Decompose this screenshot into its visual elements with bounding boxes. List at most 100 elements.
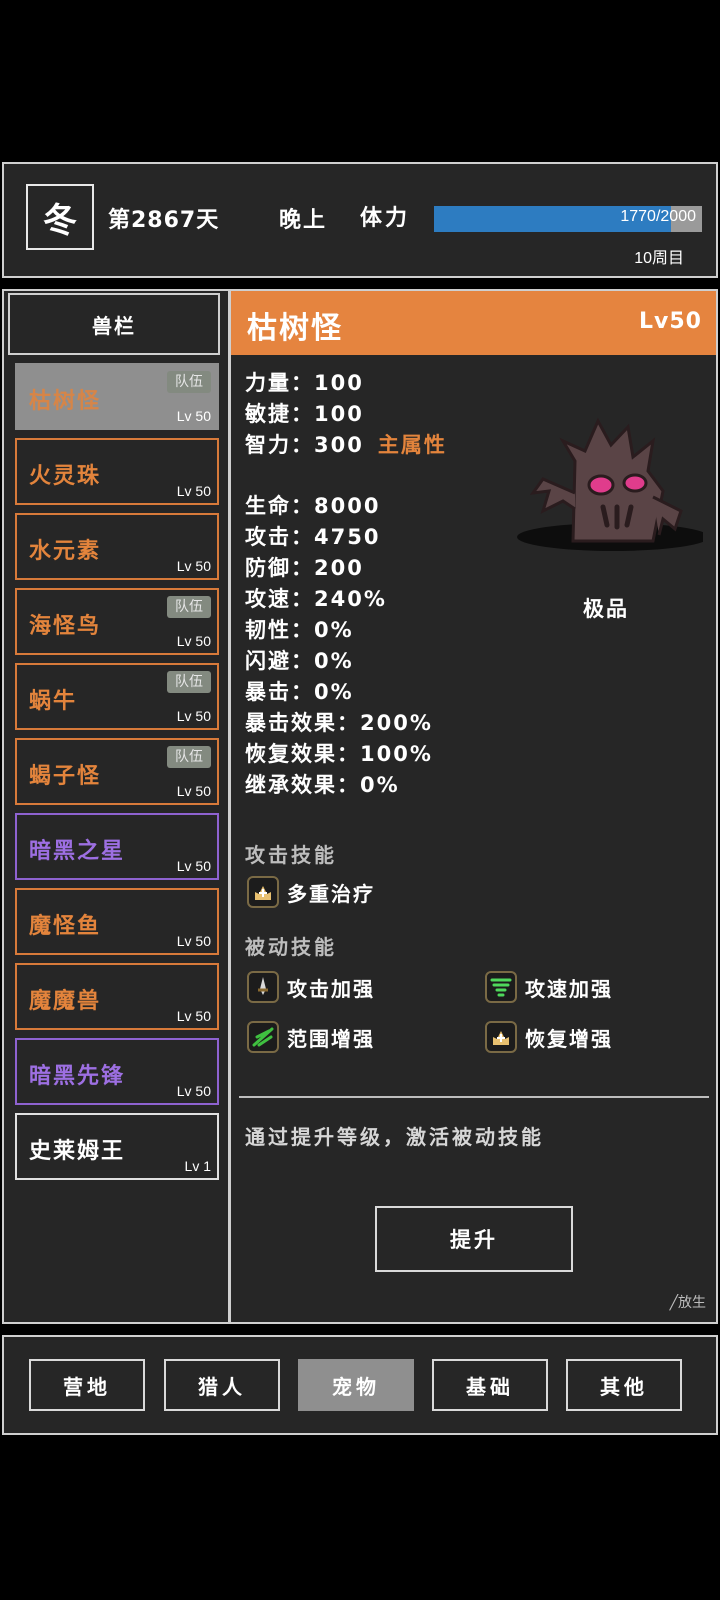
stat-text: 恢复效果：100%: [245, 742, 433, 766]
stat-row: 攻速：240%: [245, 583, 387, 613]
pet-list-item[interactable]: 魔怪鱼 Lv 50: [15, 888, 219, 955]
stat-text: 继承效果：0%: [245, 773, 400, 797]
pet-title: 枯树怪: [247, 311, 343, 346]
stat-text: 生命：8000: [245, 494, 381, 518]
pet-portrait: [517, 417, 703, 551]
pet-list-item-level: Lv 50: [176, 1083, 211, 1099]
divider: [239, 1096, 709, 1098]
passive-skill[interactable]: 范围增强: [247, 1021, 375, 1053]
heal-icon: [247, 876, 279, 908]
pet-list-item[interactable]: 海怪鸟 队伍 Lv 50: [15, 588, 219, 655]
day-counter: 第2867天: [108, 208, 220, 233]
pet-list-item-level: Lv 50: [176, 708, 211, 724]
pet-list-item-name: 蜗牛: [29, 689, 78, 714]
pet-list-item[interactable]: 蝎子怪 队伍 Lv 50: [15, 738, 219, 805]
stat-text: 力量：100: [245, 371, 364, 395]
release-link[interactable]: ╱放生: [670, 1292, 706, 1312]
skill-name: 恢复增强: [525, 1026, 613, 1051]
stat-text: 智力：300: [245, 433, 364, 457]
passive-skill[interactable]: 攻速加强: [485, 971, 613, 1003]
stat-text: 韧性：0%: [245, 618, 354, 642]
stat-row: 闪避：0%: [245, 645, 354, 675]
nav-other[interactable]: 其他: [566, 1359, 682, 1411]
skill-name: 攻击加强: [287, 976, 375, 1001]
pet-detail-panel: 枯树怪 Lv50 力量：100 敏捷：100 智力：300 主属性生命：8000 攻击：…: [229, 289, 718, 1324]
stamina-bar: 1770/2000: [434, 206, 702, 232]
team-badge: 队伍: [167, 671, 211, 693]
upgrade-hint: 通过提升等级，激活被动技能: [245, 1125, 544, 1149]
pet-list-item[interactable]: 暗黑先锋 Lv 50: [15, 1038, 219, 1105]
pet-list-item[interactable]: 魔魔兽 Lv 50: [15, 963, 219, 1030]
pet-list-item-level: Lv 50: [176, 408, 211, 424]
upgrade-button[interactable]: 提升: [375, 1206, 573, 1272]
pet-list-item-level: Lv 50: [176, 558, 211, 574]
passive-skill-title: 被动技能: [245, 935, 337, 959]
pet-list-panel: 兽栏 枯树怪 队伍 Lv 50 火灵珠 Lv 50 水元素 Lv 50 海怪鸟 队伍 Lv 50 蜗…: [2, 289, 230, 1324]
sword-icon: [247, 971, 279, 1003]
stat-text: 攻速：240%: [245, 587, 387, 611]
pet-list-item[interactable]: 暗黑之星 Lv 50: [15, 813, 219, 880]
pet-list-item-name: 火灵珠: [29, 464, 102, 489]
pet-list-item-level: Lv 50: [176, 783, 211, 799]
pet-list-item[interactable]: 水元素 Lv 50: [15, 513, 219, 580]
passive-skill[interactable]: 攻击加强: [247, 971, 375, 1003]
pet-list-item-level: Lv 1: [184, 1158, 211, 1174]
nav-hunter[interactable]: 猎人: [164, 1359, 280, 1411]
attack-skill-title: 攻击技能: [245, 843, 337, 867]
nav-camp[interactable]: 营地: [29, 1359, 145, 1411]
stamina-label: 体力: [360, 206, 411, 231]
pet-list-item-level: Lv 50: [176, 858, 211, 874]
stat-text: 暴击效果：200%: [245, 711, 433, 735]
stat-row: 敏捷：100: [245, 398, 364, 428]
pet-list-item-name: 史莱姆王: [29, 1139, 126, 1164]
heal-icon: [485, 1021, 517, 1053]
pet-list-item[interactable]: 史莱姆王 Lv 1: [15, 1113, 219, 1180]
pet-list-item-name: 暗黑之星: [29, 839, 126, 864]
pet-list-item-level: Lv 50: [176, 933, 211, 949]
pet-list-item-name: 枯树怪: [29, 389, 102, 414]
pet-detail-header: 枯树怪 Lv50: [231, 291, 716, 355]
pet-level: Lv50: [639, 309, 702, 334]
stat-row: 暴击效果：200%: [245, 707, 433, 737]
stat-text: 敏捷：100: [245, 402, 364, 426]
stat-text: 攻击：4750: [245, 525, 381, 549]
stat-row: 恢复效果：100%: [245, 738, 433, 768]
pet-list-item-name: 魔怪鱼: [29, 914, 102, 939]
stat-row: 智力：300 主属性: [245, 429, 447, 459]
stat-text: 闪避：0%: [245, 649, 354, 673]
bottom-nav: 营地 猎人 宠物 基础 其他: [2, 1335, 718, 1435]
range-icon: [247, 1021, 279, 1053]
quality-label: 极品: [583, 597, 629, 621]
pet-list-item[interactable]: 蜗牛 队伍 Lv 50: [15, 663, 219, 730]
team-badge: 队伍: [167, 746, 211, 768]
nav-pet[interactable]: 宠物: [298, 1359, 414, 1411]
time-of-day: 晚上: [279, 208, 328, 233]
pet-list-item-name: 蝎子怪: [29, 764, 102, 789]
stamina-value: 1770/2000: [620, 208, 696, 225]
pet-list-item[interactable]: 枯树怪 队伍 Lv 50: [15, 363, 219, 430]
pet-list-item-level: Lv 50: [176, 633, 211, 649]
passive-skill[interactable]: 恢复增强: [485, 1021, 613, 1053]
skill-name: 攻速加强: [525, 976, 613, 1001]
pet-list-item-name: 海怪鸟: [29, 614, 102, 639]
pet-list-item-name: 魔魔兽: [29, 989, 102, 1014]
stat-text: 暴击：0%: [245, 680, 354, 704]
pet-list-item-level: Lv 50: [176, 483, 211, 499]
stat-row: 继承效果：0%: [245, 769, 400, 799]
nav-basic[interactable]: 基础: [432, 1359, 548, 1411]
season-badge: 冬: [26, 184, 94, 250]
stat-row: 韧性：0%: [245, 614, 354, 644]
pet-list-item-name: 水元素: [29, 539, 102, 564]
stat-row: 暴击：0%: [245, 676, 354, 706]
attack-skill[interactable]: 多重治疗: [247, 876, 375, 908]
skill-name: 范围增强: [287, 1026, 375, 1051]
round-counter: 10周目: [634, 250, 684, 267]
tornado-icon: [485, 971, 517, 1003]
skill-name: 多重治疗: [287, 881, 375, 906]
team-badge: 队伍: [167, 371, 211, 393]
stat-text: 防御：200: [245, 556, 364, 580]
stat-row: 力量：100: [245, 367, 364, 397]
pet-list-item[interactable]: 火灵珠 Lv 50: [15, 438, 219, 505]
pet-list-item-name: 暗黑先锋: [29, 1064, 126, 1089]
pet-list-header: 兽栏: [8, 293, 220, 355]
